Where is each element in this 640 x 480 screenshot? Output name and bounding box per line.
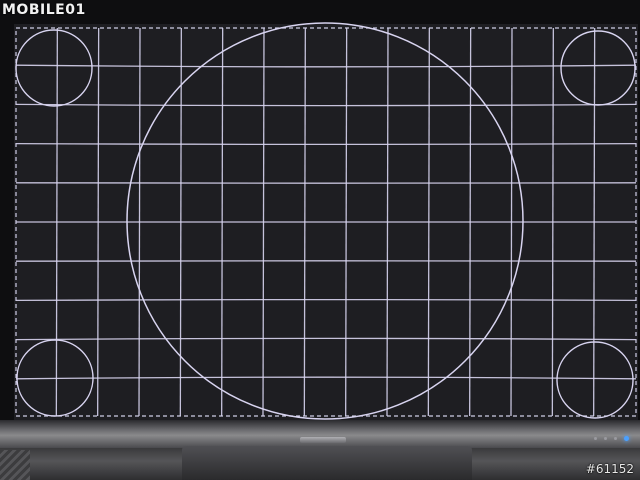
bezel-badge [300, 437, 346, 443]
corner-circle-top-left [15, 29, 93, 107]
grid-line-horizontal [15, 64, 637, 68]
watermark-logo: MOBILE01 [2, 2, 86, 18]
center-circle [126, 22, 524, 420]
corner-circle-top-right [560, 30, 636, 106]
grid-line-horizontal [15, 337, 637, 341]
monitor-bezel [0, 420, 640, 448]
grid-line-horizontal [15, 376, 637, 380]
monitor-photo: MOBILE01 #61152 [0, 0, 640, 480]
grid-line-horizontal [15, 103, 637, 107]
bezel-button [594, 437, 597, 440]
monitor-stand [182, 446, 472, 480]
test-pattern [15, 22, 637, 420]
keyboard-edge [0, 450, 30, 480]
power-led-icon [624, 436, 629, 441]
bezel-button [604, 437, 607, 440]
bezel-button [614, 437, 617, 440]
corner-circle-bottom-right [556, 341, 634, 419]
watermark-logo-text: MOBILE01 [2, 2, 86, 18]
watermark-id: #61152 [585, 462, 634, 476]
grid-line-horizontal [15, 142, 637, 146]
grid-line-horizontal [15, 298, 637, 302]
